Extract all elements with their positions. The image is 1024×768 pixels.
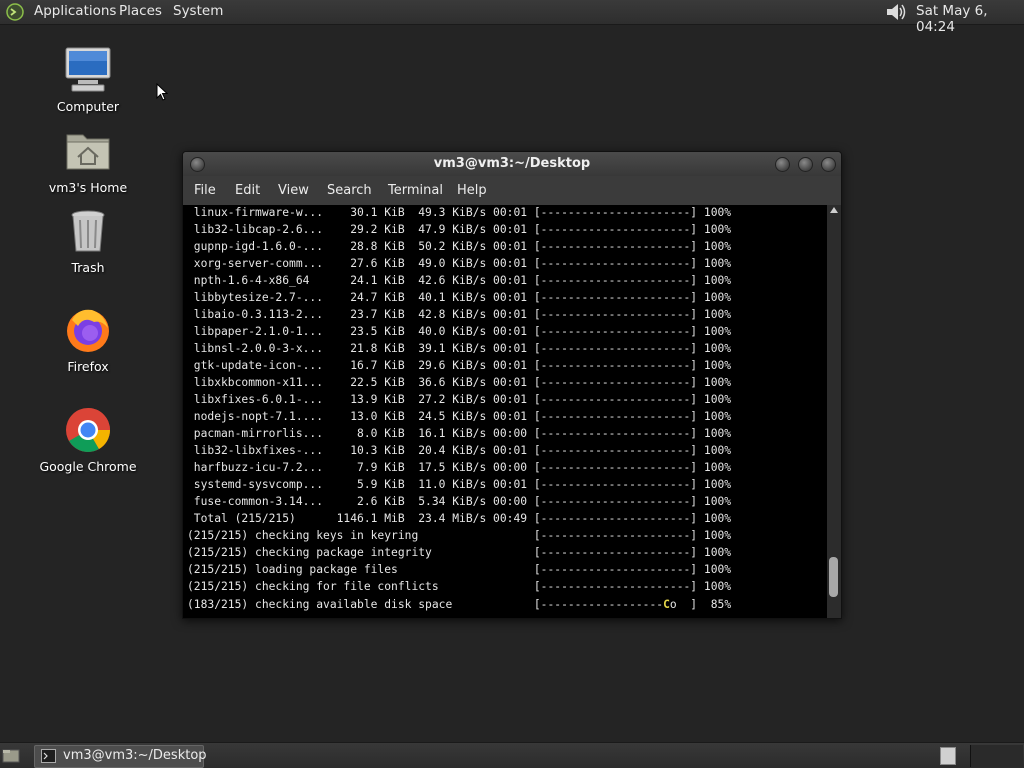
terminal-line: npth-1.6-4-x86_64 24.1 KiB 42.6 KiB/s 00… — [187, 274, 732, 287]
desktop-icon-trash[interactable]: Trash — [28, 207, 148, 275]
desktop-icon-label: Google Chrome — [39, 459, 137, 474]
terminal-line: (215/215) checking package integrity [--… — [187, 546, 732, 559]
menu-file[interactable]: File — [194, 183, 216, 198]
menu-edit[interactable]: Edit — [235, 183, 260, 198]
places-menu[interactable]: Places — [119, 3, 162, 19]
terminal-line-progress: (183/215) checking available disk space … — [187, 596, 731, 613]
terminal-line: lib32-libxfixes-... 10.3 KiB 20.4 KiB/s … — [187, 444, 732, 457]
terminal-line: (215/215) loading package files [-------… — [187, 563, 732, 576]
workspace-1[interactable] — [940, 747, 956, 765]
terminal-line: linux-firmware-w... 30.1 KiB 49.3 KiB/s … — [187, 206, 732, 219]
desktop-icon-label: vm3's Home — [48, 180, 128, 195]
terminal-line: libnsl-2.0.0-3-x... 21.8 KiB 39.1 KiB/s … — [187, 342, 732, 355]
mouse-cursor-icon — [156, 83, 168, 101]
computer-icon — [65, 47, 111, 92]
menu-view[interactable]: View — [278, 183, 309, 198]
trash-icon — [71, 210, 105, 252]
scrollbar-thumb[interactable] — [829, 557, 838, 597]
terminal-line: (215/215) checking keys in keyring [----… — [187, 529, 732, 542]
terminal-line: fuse-common-3.14... 2.6 KiB 5.34 KiB/s 0… — [187, 495, 732, 508]
system-menu[interactable]: System — [173, 3, 223, 19]
firefox-icon — [67, 309, 109, 352]
taskbar-button-label: vm3@vm3:~/Desktop — [63, 748, 207, 763]
pacman-progress-icon: C — [663, 598, 670, 611]
scroll-up-arrow-icon[interactable] — [830, 207, 838, 213]
line-suffix: o ] 85% — [669, 598, 732, 611]
window-titlebar[interactable]: vm3@vm3:~/Desktop — [183, 152, 841, 176]
terminal-line: harfbuzz-icu-7.2... 7.9 KiB 17.5 KiB/s 0… — [187, 461, 732, 474]
menu-search[interactable]: Search — [327, 183, 372, 198]
desktop-icon-label: Trash — [71, 260, 105, 275]
line-prefix: (183/215) checking available disk space … — [187, 598, 664, 611]
clock[interactable]: Sat May 6, 04:24 — [916, 3, 1024, 35]
bottom-panel: vm3@vm3:~/Desktop — [0, 742, 1024, 768]
terminal-line: libaio-0.3.113-2... 23.7 KiB 42.8 KiB/s … — [187, 308, 732, 321]
terminal-line: (215/215) checking for file conflicts [-… — [187, 580, 732, 593]
terminal-line: Total (215/215) 1146.1 MiB 23.4 MiB/s 00… — [187, 512, 732, 525]
terminal-line: libpaper-2.1.0-1... 23.5 KiB 40.0 KiB/s … — [187, 325, 732, 338]
terminal-line: libxkbcommon-x11... 22.5 KiB 36.6 KiB/s … — [187, 376, 732, 389]
desktop-icon-label: Firefox — [67, 359, 109, 374]
show-desktop-icon[interactable] — [2, 748, 20, 763]
terminal-line: systemd-sysvcomp... 5.9 KiB 11.0 KiB/s 0… — [187, 478, 732, 491]
terminal-scrollbar[interactable] — [827, 205, 841, 618]
menu-help[interactable]: Help — [457, 183, 487, 198]
workspace-2[interactable] — [970, 745, 1023, 767]
terminal-line: libxfixes-6.0.1-... 13.9 KiB 27.2 KiB/s … — [187, 393, 732, 406]
desktop-icon-chrome[interactable]: Google Chrome — [28, 406, 148, 474]
terminal-output[interactable]: linux-firmware-w... 30.1 KiB 49.3 KiB/s … — [183, 205, 827, 618]
desktop-icon-label: Computer — [56, 99, 120, 114]
terminal-line: xorg-server-comm... 27.6 KiB 49.0 KiB/s … — [187, 257, 732, 270]
minimize-button[interactable] — [775, 157, 790, 172]
desktop: Applications Places System Sat May 6, 04… — [0, 0, 1024, 768]
maximize-button[interactable] — [798, 157, 813, 172]
home-folder-icon — [66, 134, 110, 170]
terminal-line: gtk-update-icon-... 16.7 KiB 29.6 KiB/s … — [187, 359, 732, 372]
taskbar-terminal-button[interactable]: vm3@vm3:~/Desktop — [34, 745, 207, 768]
chrome-icon — [66, 408, 110, 452]
volume-icon[interactable] — [884, 2, 908, 22]
window-title: vm3@vm3:~/Desktop — [433, 156, 591, 171]
desktop-icon-firefox[interactable]: Firefox — [28, 306, 148, 374]
top-panel: Applications Places System Sat May 6, 04… — [0, 0, 1024, 35]
menu-terminal[interactable]: Terminal — [388, 183, 443, 198]
distro-logo-icon[interactable] — [6, 3, 24, 21]
terminal-window[interactable]: vm3@vm3:~/Desktop File Edit View Search … — [182, 151, 842, 619]
terminal-menubar: File Edit View Search Terminal Help — [183, 176, 841, 205]
close-button[interactable] — [821, 157, 836, 172]
terminal-line: lib32-libcap-2.6... 29.2 KiB 47.9 KiB/s … — [187, 223, 732, 236]
desktop-icon-computer[interactable]: Computer — [28, 46, 148, 114]
terminal-line: pacman-mirrorlis... 8.0 KiB 16.1 KiB/s 0… — [187, 427, 732, 440]
terminal-app-icon — [41, 749, 56, 763]
desktop-icon-home[interactable]: vm3's Home — [28, 127, 148, 195]
applications-menu[interactable]: Applications — [34, 3, 116, 19]
terminal-line: gupnp-igd-1.6.0-... 28.8 KiB 50.2 KiB/s … — [187, 240, 732, 253]
terminal-line: nodejs-nopt-7.1.... 13.0 KiB 24.5 KiB/s … — [187, 410, 732, 423]
terminal-line: libbytesize-2.7-... 24.7 KiB 40.1 KiB/s … — [187, 291, 732, 304]
